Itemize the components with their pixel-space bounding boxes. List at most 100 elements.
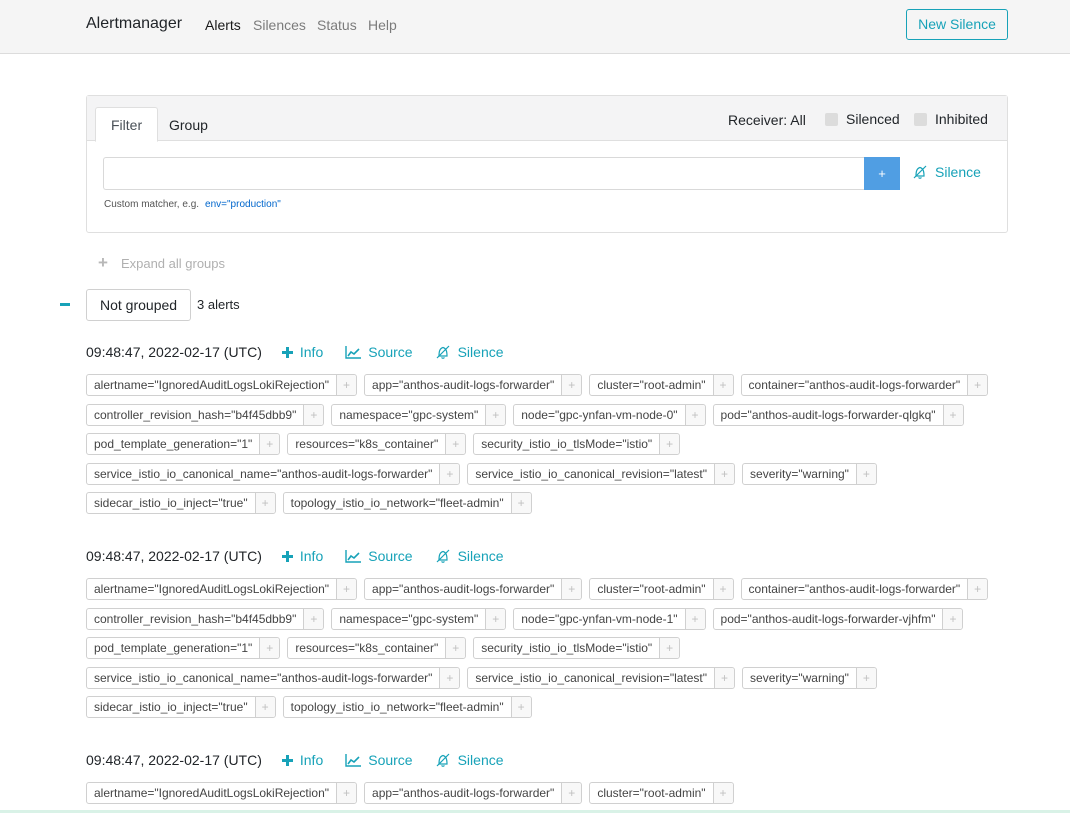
silence-alert-link[interactable]: Silence: [435, 752, 504, 768]
silenced-checkbox-box[interactable]: [825, 112, 838, 126]
filter-input[interactable]: [103, 157, 865, 190]
label-chip-text[interactable]: alertname="IgnoredAuditLogsLokiRejection…: [87, 579, 336, 599]
add-label-filter-button[interactable]: +: [336, 375, 357, 395]
add-label-filter-button[interactable]: +: [684, 404, 705, 425]
add-label-filter-button[interactable]: +: [942, 404, 963, 425]
add-label-filter-button[interactable]: +: [439, 463, 460, 484]
nav-link-silences[interactable]: Silences: [253, 17, 306, 33]
label-chip-text[interactable]: service_istio_io_canonical_name="anthos-…: [87, 464, 439, 484]
label-chip-text[interactable]: app="anthos-audit-logs-forwarder": [365, 579, 561, 599]
label-chip-text[interactable]: controller_revision_hash="b4f45dbb9": [87, 405, 303, 425]
silence-filter-link[interactable]: Silence: [912, 164, 981, 180]
add-label-filter-button[interactable]: +: [659, 434, 680, 455]
add-label-filter-button[interactable]: +: [712, 375, 733, 395]
inhibited-checkbox-box[interactable]: [914, 112, 927, 126]
add-label-filter-button[interactable]: +: [684, 608, 705, 629]
add-label-filter-button[interactable]: +: [714, 463, 735, 484]
receiver-dropdown[interactable]: Receiver: All: [728, 112, 806, 128]
add-label-filter-button[interactable]: +: [336, 783, 357, 803]
label-chip-text[interactable]: app="anthos-audit-logs-forwarder": [365, 375, 561, 395]
label-chip-text[interactable]: security_istio_io_tlsMode="istio": [474, 638, 659, 658]
label-chip: app="anthos-audit-logs-forwarder" +: [364, 782, 583, 804]
label-chip-text[interactable]: container="anthos-audit-logs-forwarder": [742, 375, 968, 395]
add-label-filter-button[interactable]: +: [712, 783, 733, 803]
label-chip-text[interactable]: sidecar_istio_io_inject="true": [87, 493, 255, 513]
label-chip-text[interactable]: container="anthos-audit-logs-forwarder": [742, 579, 968, 599]
label-chip-text[interactable]: service_istio_io_canonical_revision="lat…: [468, 464, 714, 484]
label-chip-text[interactable]: pod_template_generation="1": [87, 638, 259, 658]
add-label-filter-button[interactable]: +: [336, 579, 357, 599]
label-chip-text[interactable]: resources="k8s_container": [288, 434, 445, 454]
add-label-filter-button[interactable]: +: [485, 404, 506, 425]
add-label-filter-button[interactable]: +: [967, 579, 988, 599]
info-button[interactable]: Info: [281, 344, 323, 360]
silence-alert-link[interactable]: Silence: [435, 344, 504, 360]
label-chip-text[interactable]: severity="warning": [743, 668, 856, 688]
add-filter-button[interactable]: +: [864, 157, 900, 190]
add-label-filter-button[interactable]: +: [561, 375, 582, 395]
nav-link-alerts[interactable]: Alerts: [205, 17, 241, 33]
label-chip-text[interactable]: sidecar_istio_io_inject="true": [87, 697, 255, 717]
label-chip-text[interactable]: cluster="root-admin": [590, 579, 712, 599]
label-chip-text[interactable]: alertname="IgnoredAuditLogsLokiRejection…: [87, 783, 336, 803]
label-chip-text[interactable]: topology_istio_io_network="fleet-admin": [284, 493, 511, 513]
label-chip-text[interactable]: alertname="IgnoredAuditLogsLokiRejection…: [87, 375, 336, 395]
source-link[interactable]: Source: [345, 344, 413, 360]
label-chip-text[interactable]: controller_revision_hash="b4f45dbb9": [87, 609, 303, 629]
add-label-filter-button[interactable]: +: [439, 667, 460, 688]
add-label-filter-button[interactable]: +: [259, 434, 280, 455]
add-label-filter-button[interactable]: +: [561, 783, 582, 803]
silenced-checkbox[interactable]: Silenced: [825, 111, 900, 127]
inhibited-checkbox[interactable]: Inhibited: [914, 111, 988, 127]
label-chip-text[interactable]: cluster="root-admin": [590, 375, 712, 395]
add-label-filter-button[interactable]: +: [510, 493, 531, 514]
add-label-filter-button[interactable]: +: [855, 667, 876, 688]
info-button[interactable]: Info: [281, 548, 323, 564]
nav-link-status[interactable]: Status: [317, 17, 357, 33]
label-chip-text[interactable]: security_istio_io_tlsMode="istio": [474, 434, 659, 454]
tab-group[interactable]: Group: [153, 107, 224, 142]
label-chip-text[interactable]: app="anthos-audit-logs-forwarder": [365, 783, 561, 803]
tab-filter[interactable]: Filter: [95, 107, 159, 142]
collapse-group-minus-icon[interactable]: [60, 303, 70, 306]
add-label-filter-button[interactable]: +: [303, 404, 324, 425]
label-chip-text[interactable]: topology_istio_io_network="fleet-admin": [284, 697, 511, 717]
plus-icon: [281, 550, 293, 562]
add-label-filter-button[interactable]: +: [659, 638, 680, 659]
label-chip-text[interactable]: severity="warning": [743, 464, 856, 484]
label-chip-text[interactable]: resources="k8s_container": [288, 638, 445, 658]
label-chip-text[interactable]: node="gpc-ynfan-vm-node-0": [514, 405, 684, 425]
label-chip-text[interactable]: pod="anthos-audit-logs-forwarder-qlgkq": [714, 405, 943, 425]
label-chip-text[interactable]: namespace="gpc-system": [332, 609, 485, 629]
add-label-filter-button[interactable]: +: [254, 493, 275, 514]
add-label-filter-button[interactable]: +: [445, 638, 466, 659]
label-chip-text[interactable]: service_istio_io_canonical_name="anthos-…: [87, 668, 439, 688]
add-label-filter-button[interactable]: +: [855, 463, 876, 484]
source-link[interactable]: Source: [345, 548, 413, 564]
expand-all-groups-button[interactable]: + Expand all groups: [98, 253, 225, 273]
label-chip-text[interactable]: service_istio_io_canonical_revision="lat…: [468, 668, 714, 688]
silence-alert-link[interactable]: Silence: [435, 548, 504, 564]
info-button[interactable]: Info: [281, 752, 323, 768]
source-link[interactable]: Source: [345, 752, 413, 768]
add-label-filter-button[interactable]: +: [967, 375, 988, 395]
label-chip-text[interactable]: namespace="gpc-system": [332, 405, 485, 425]
brand-logo[interactable]: Alertmanager: [86, 15, 182, 33]
matcher-hint-example[interactable]: env="production": [205, 199, 281, 210]
label-chip-text[interactable]: pod="anthos-audit-logs-forwarder-vjhfm": [714, 609, 943, 629]
label-chip-text[interactable]: cluster="root-admin": [590, 783, 712, 803]
new-silence-button[interactable]: New Silence: [906, 9, 1008, 40]
add-label-filter-button[interactable]: +: [510, 697, 531, 718]
add-label-filter-button[interactable]: +: [714, 667, 735, 688]
add-label-filter-button[interactable]: +: [485, 608, 506, 629]
nav-link-help[interactable]: Help: [368, 17, 397, 33]
add-label-filter-button[interactable]: +: [445, 434, 466, 455]
add-label-filter-button[interactable]: +: [561, 579, 582, 599]
label-chip-text[interactable]: pod_template_generation="1": [87, 434, 259, 454]
add-label-filter-button[interactable]: +: [303, 608, 324, 629]
label-chip-text[interactable]: node="gpc-ynfan-vm-node-1": [514, 609, 684, 629]
add-label-filter-button[interactable]: +: [259, 638, 280, 659]
add-label-filter-button[interactable]: +: [254, 697, 275, 718]
add-label-filter-button[interactable]: +: [712, 579, 733, 599]
add-label-filter-button[interactable]: +: [942, 608, 963, 629]
